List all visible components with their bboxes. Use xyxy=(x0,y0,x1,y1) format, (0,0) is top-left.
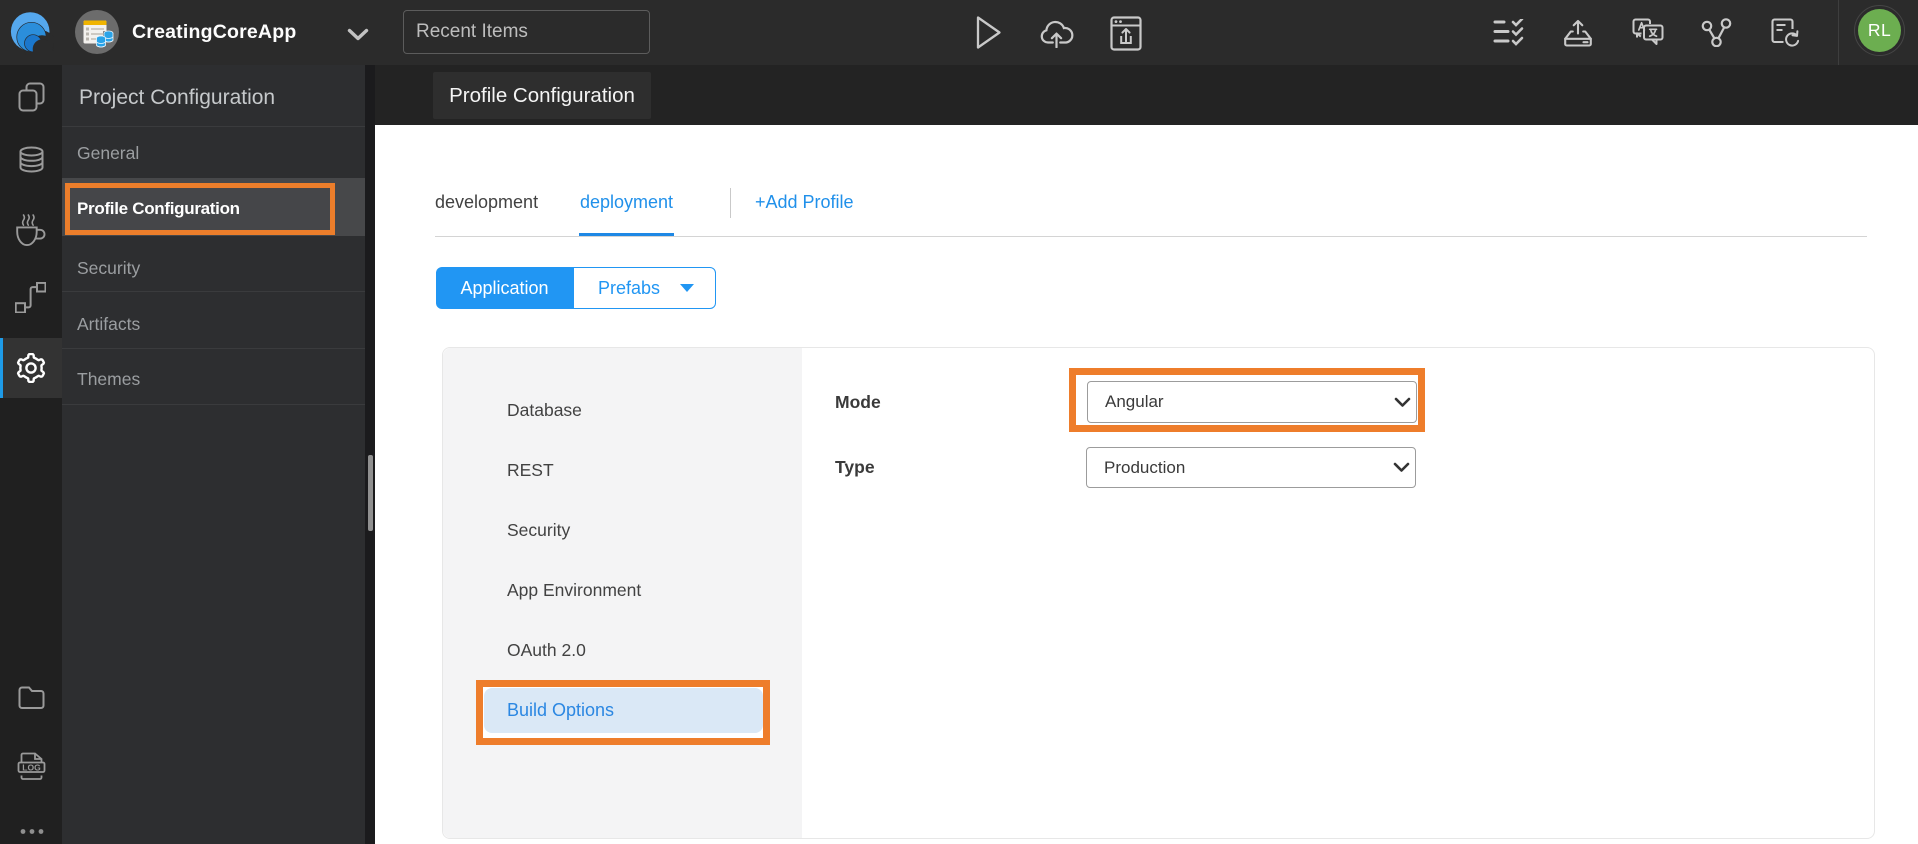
svg-text:LOG: LOG xyxy=(22,762,41,772)
